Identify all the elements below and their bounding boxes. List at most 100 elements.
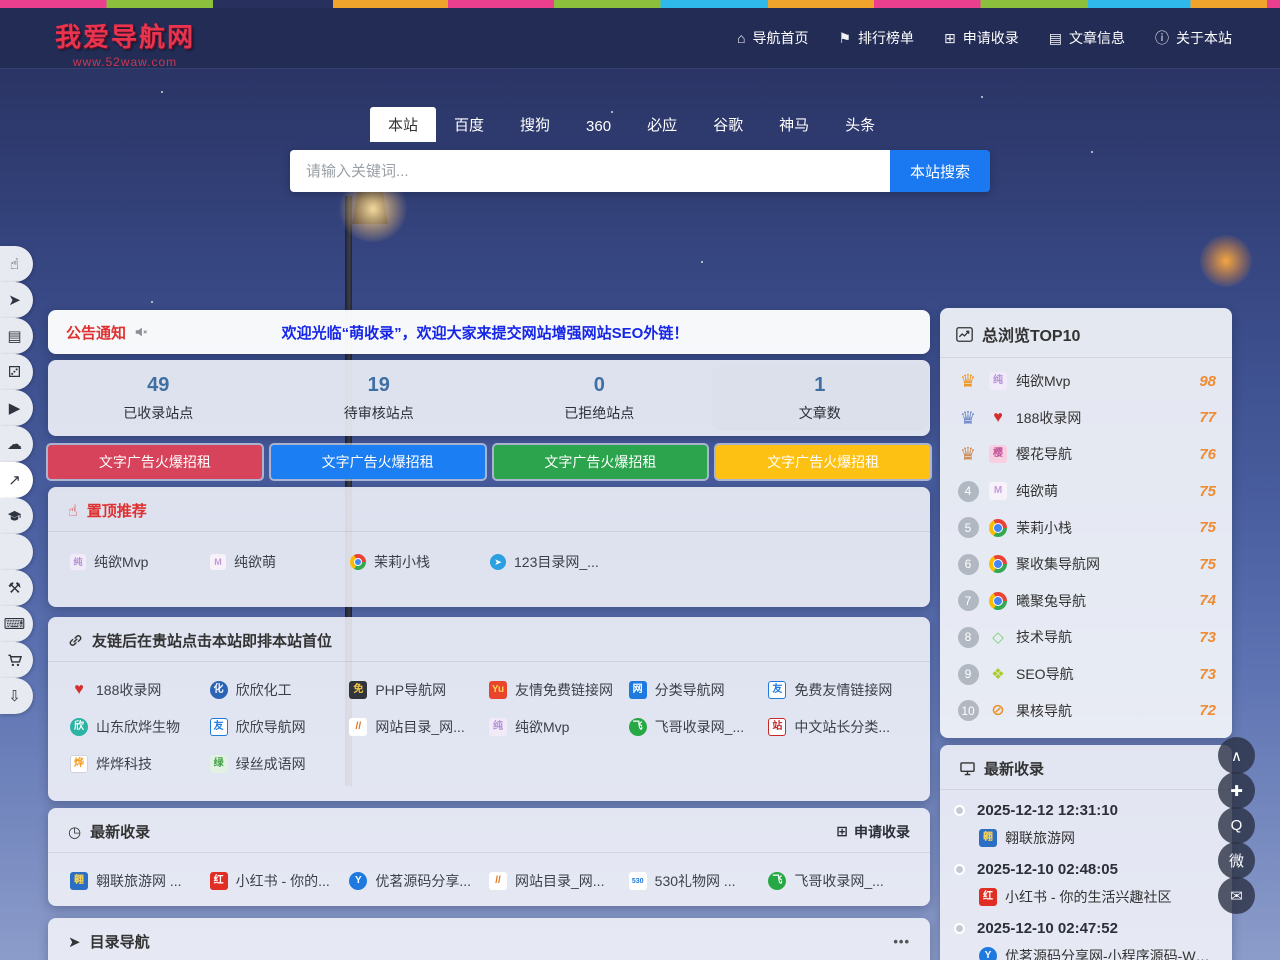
stat-已拒绝站点: 0已拒绝站点 <box>491 365 708 431</box>
site-link[interactable]: 友欣欣导航网 <box>210 717 350 737</box>
ad-banner-2[interactable]: 文字广告火爆招租 <box>271 445 485 479</box>
site-link[interactable]: 飞飞哥收录网_... <box>629 717 769 737</box>
timeline-entry: 2025-12-12 12:31:10翱翱联旅游网 <box>956 802 1216 848</box>
search-tab-头条[interactable]: 头条 <box>827 107 893 142</box>
rank-number: 9 <box>958 664 979 685</box>
rank-number: 10 <box>958 700 979 721</box>
site-link[interactable]: 免PHP导航网 <box>349 680 489 700</box>
nav-item-flag[interactable]: ⚑排行榜单 <box>838 28 914 48</box>
site-link[interactable]: 友免费友情链接网 <box>768 680 908 700</box>
search-tab-搜狗[interactable]: 搜狗 <box>502 107 568 142</box>
dock-graduation-cap-button[interactable] <box>0 498 33 534</box>
site-link[interactable]: 化欣欣化工 <box>210 680 350 700</box>
more-button[interactable]: ••• <box>893 934 910 949</box>
nav-item-book[interactable]: ▤文章信息 <box>1049 28 1125 48</box>
dock-cloud-button[interactable]: ☁ <box>0 426 33 462</box>
site-link[interactable]: 翱翱联旅游网 ... <box>70 871 210 891</box>
top-navigation: ⌂导航首页 ⚑排行榜单 ⊞申请收录 ▤文章信息 ⓘ关于本站 <box>737 8 1232 68</box>
dock-dice-button[interactable]: ⚂ <box>0 354 33 390</box>
search-button[interactable]: 本站搜索 <box>890 150 990 192</box>
top10-row[interactable]: 7曦聚兔导航74 <box>956 583 1216 620</box>
site-favicon: ♥ <box>989 409 1007 427</box>
site-link[interactable]: Y优茗源码分享... <box>349 871 489 891</box>
site-link[interactable]: 欣山东欣烨生物 <box>70 717 210 737</box>
site-link[interactable]: 530530礼物网 ... <box>629 871 769 891</box>
ad-banner-4[interactable]: 文字广告火爆招租 <box>716 445 930 479</box>
search-input[interactable] <box>290 150 890 192</box>
timestamp-text: 2025-12-10 02:48:05 <box>977 861 1118 878</box>
site-link[interactable]: 网分类导航网 <box>629 680 769 700</box>
apply-include-link[interactable]: ⊞ 申请收录 <box>836 822 910 842</box>
site-link[interactable]: ♥188收录网 <box>70 680 210 700</box>
site-link[interactable]: 站中文站长分类... <box>768 717 908 737</box>
site-link[interactable]: 飞飞哥收录网_... <box>768 871 908 891</box>
site-link[interactable]: //网站目录_网... <box>349 717 489 737</box>
float-plus-button[interactable]: ✚ <box>1218 772 1255 809</box>
site-link[interactable]: Yu友情免费链接网 <box>489 680 629 700</box>
top10-row[interactable]: 10⊘果核导航72 <box>956 692 1216 729</box>
site-name: 纯欲萌 <box>1016 481 1190 501</box>
view-count: 74 <box>1199 592 1216 609</box>
top10-row[interactable]: 4M纯欲萌75 <box>956 473 1216 510</box>
site-url: www.52waw.com <box>55 55 195 69</box>
top10-row[interactable]: ♛樱樱花导航76 <box>956 436 1216 473</box>
friend-links-grid: ♥188收录网化欣欣化工免PHP导航网Yu友情免费链接网网分类导航网友免费友情链… <box>48 662 930 774</box>
info-icon: ⓘ <box>1155 28 1169 48</box>
top10-row[interactable]: 9❖SEO导航73 <box>956 656 1216 693</box>
site-name: 飞哥收录网_... <box>794 871 883 891</box>
site-link[interactable]: 红小红书 - 你的... <box>210 871 350 891</box>
dock-keyboard-button[interactable]: ⌨ <box>0 606 33 642</box>
site-link[interactable]: 绿绿丝成语网 <box>210 754 350 774</box>
nav-item-label: 文章信息 <box>1069 28 1125 48</box>
site-logo[interactable]: 我爱导航网 www.52waw.com <box>55 17 195 69</box>
search-tab-谷歌[interactable]: 谷歌 <box>695 107 761 142</box>
site-link[interactable]: M纯欲萌 <box>210 552 350 572</box>
top10-row[interactable]: 6聚收集导航网75 <box>956 546 1216 583</box>
top10-row[interactable]: 8◇技术导航73 <box>956 619 1216 656</box>
nav-item-home[interactable]: ⌂导航首页 <box>737 28 808 48</box>
site-link[interactable]: Y优茗源码分享网-小程序源码-WE... <box>979 946 1216 960</box>
float-mail-button[interactable]: ✉ <box>1218 877 1255 914</box>
dock-paper-plane-button[interactable]: ➤ <box>0 282 33 318</box>
ad-banner-3[interactable]: 文字广告火爆招租 <box>494 445 708 479</box>
site-link[interactable]: 纯纯欲Mvp <box>70 552 210 572</box>
float-qq-button[interactable]: Q <box>1218 807 1255 844</box>
site-name: 优茗源码分享... <box>375 871 471 891</box>
site-link[interactable]: 烨烨烨科技 <box>70 754 210 774</box>
top10-row[interactable]: 5茉莉小栈75 <box>956 509 1216 546</box>
search-tab-360[interactable]: 360 <box>568 111 629 142</box>
search-tab-百度[interactable]: 百度 <box>436 107 502 142</box>
top10-row[interactable]: ♛纯纯欲Mvp98 <box>956 363 1216 400</box>
dock-cart-button[interactable] <box>0 642 33 678</box>
float-chevron-up-button[interactable]: ∧ <box>1218 737 1255 774</box>
nav-item-info[interactable]: ⓘ关于本站 <box>1155 28 1232 48</box>
dock-blank-button[interactable] <box>0 534 33 570</box>
dock-chart-line-button[interactable]: ↗ <box>0 462 33 498</box>
dock-video-button[interactable]: ▶ <box>0 390 33 426</box>
site-link[interactable]: ➤123目录网_... <box>490 552 630 572</box>
site-name: 翱联旅游网 ... <box>96 871 182 891</box>
site-link[interactable]: 翱翱联旅游网 <box>979 828 1216 848</box>
rank-badge: ♛ <box>956 372 980 390</box>
dock-wrench-button[interactable]: ⚒ <box>0 570 33 606</box>
site-link[interactable]: //网站目录_网... <box>489 871 629 891</box>
paper-plane-icon: ➤ <box>68 933 81 951</box>
search-tab-本站[interactable]: 本站 <box>370 107 436 142</box>
site-favicon: 翱 <box>979 829 997 847</box>
site-link[interactable]: 红小红书 - 你的生活兴趣社区 <box>979 887 1216 907</box>
top10-row[interactable]: ♛♥188收录网77 <box>956 400 1216 437</box>
timeline-dot-icon <box>954 923 965 934</box>
nav-item-plus-square[interactable]: ⊞申请收录 <box>944 28 1019 48</box>
view-count: 77 <box>1199 409 1216 426</box>
site-link[interactable]: 茉莉小栈 <box>350 552 490 572</box>
site-favicon: 绿 <box>210 755 228 773</box>
search-tab-神马[interactable]: 神马 <box>761 107 827 142</box>
dock-thumbs-up-button[interactable]: ☝ <box>0 246 33 282</box>
site-favicon: 红 <box>210 872 228 890</box>
ad-banner-1[interactable]: 文字广告火爆招租 <box>48 445 262 479</box>
dock-document-button[interactable]: ▤ <box>0 318 33 354</box>
site-link[interactable]: 纯纯欲Mvp <box>489 717 629 737</box>
dock-download-button[interactable]: ⇩ <box>0 678 33 714</box>
search-tab-必应[interactable]: 必应 <box>629 107 695 142</box>
float-wechat-button[interactable]: 微 <box>1218 842 1255 879</box>
